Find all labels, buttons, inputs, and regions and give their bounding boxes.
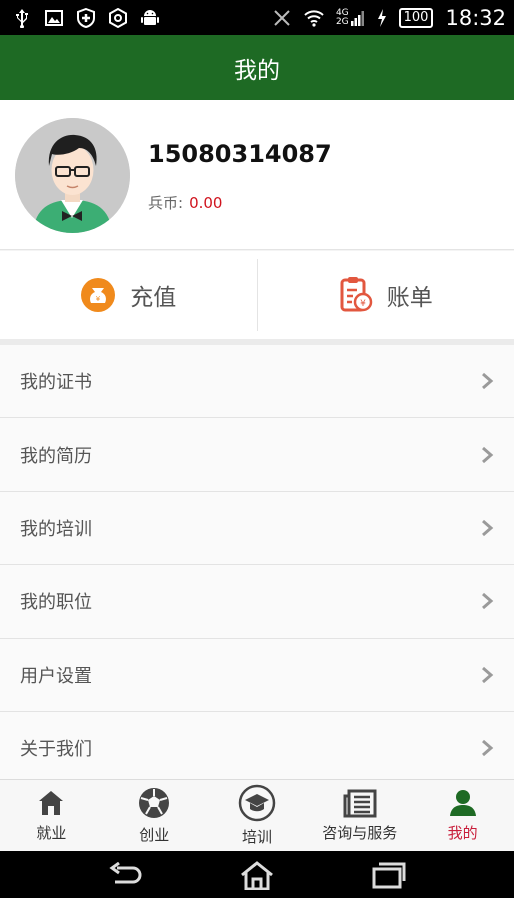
wallet-actions: ¥ 充值 ¥ 账单 (0, 251, 514, 339)
tab-training[interactable]: 培训 (206, 780, 309, 851)
cellular-signal: 4G 2G (335, 8, 365, 27)
menu-item-label: 关于我们 (20, 739, 92, 761)
menu-item-user-settings[interactable]: 用户设置 (0, 638, 514, 712)
coin-balance: 兵币: 0.00 (148, 192, 222, 213)
chevron-right-icon (482, 740, 494, 757)
tab-entrepreneurship[interactable]: 创业 (103, 780, 206, 851)
chevron-right-icon (482, 519, 494, 537)
recharge-label: 充值 (130, 285, 177, 311)
menu-item-training[interactable]: 我的培训 (0, 491, 514, 566)
status-bar: 4G 2G 100 18:32 (0, 0, 514, 35)
settings-menu: 我的证书 我的简历 我的培训 我的职位 用户设置 关于我们 (0, 345, 514, 786)
svg-text:¥: ¥ (360, 299, 366, 309)
bottom-tab-bar: 就业 创业 培训 咨询与服务 我的 (0, 779, 514, 851)
page-title: 我的 (234, 57, 280, 84)
graduation-cap-icon (238, 784, 276, 822)
coin-label: 兵币: (148, 194, 184, 212)
bill-icon: ¥ (340, 277, 372, 312)
menu-item-label: 用户设置 (20, 665, 92, 687)
android-icon (141, 9, 159, 25)
chevron-right-icon (482, 446, 494, 463)
user-avatar-icon (15, 118, 130, 233)
system-nav-bar (0, 851, 514, 898)
newspaper-icon (343, 789, 377, 818)
coin-value: 0.00 (189, 194, 223, 212)
tab-employment[interactable]: 就业 (0, 780, 103, 851)
tab-label: 我的 (447, 824, 478, 842)
hexagon-icon (109, 7, 127, 28)
chevron-right-icon (482, 666, 494, 683)
signal-bars-icon (350, 10, 364, 26)
soccer-ball-icon (139, 788, 170, 818)
menu-item-label: 我的简历 (20, 445, 92, 467)
menu-item-label: 我的职位 (20, 592, 92, 614)
money-bag-icon: ¥ (81, 278, 116, 312)
shield-plus-icon (77, 7, 95, 28)
profile-card: 15080314087 兵币: 0.00 (0, 100, 514, 250)
app-header: 我的 (0, 35, 514, 100)
menu-item-label: 我的证书 (20, 372, 92, 394)
chevron-right-icon (482, 373, 494, 390)
user-icon (449, 790, 476, 816)
image-icon (45, 9, 63, 26)
clock: 18:32 (445, 5, 506, 30)
charging-icon (377, 8, 386, 27)
menu-item-resume[interactable]: 我的简历 (0, 418, 514, 492)
tab-consulting[interactable]: 咨询与服务 (308, 780, 411, 851)
building-icon (39, 791, 64, 815)
user-phone: 15080314087 (148, 140, 332, 168)
home-icon[interactable] (238, 860, 276, 890)
tab-mine[interactable]: 我的 (411, 780, 514, 851)
network-type-bottom: 2G (335, 16, 349, 27)
back-icon[interactable] (107, 861, 143, 888)
menu-item-about-us[interactable]: 关于我们 (0, 711, 514, 786)
svg-text:¥: ¥ (96, 295, 101, 303)
bill-label: 账单 (386, 285, 433, 311)
menu-item-label: 我的培训 (20, 518, 92, 540)
tab-label: 咨询与服务 (322, 824, 398, 842)
bill-button[interactable]: ¥ 账单 (258, 251, 514, 339)
tab-label: 培训 (241, 828, 272, 846)
tab-label: 就业 (36, 824, 67, 842)
recent-apps-icon[interactable] (371, 861, 407, 889)
recharge-button[interactable]: ¥ 充值 (0, 251, 257, 339)
menu-item-certificates[interactable]: 我的证书 (0, 345, 514, 419)
tab-label: 创业 (139, 826, 170, 844)
vibrate-off-icon (274, 9, 290, 26)
usb-icon (16, 8, 28, 28)
wifi-icon (304, 9, 324, 27)
chevron-right-icon (482, 593, 494, 610)
menu-item-positions[interactable]: 我的职位 (0, 565, 514, 639)
avatar[interactable] (15, 118, 130, 233)
battery-level: 100 (398, 7, 434, 28)
